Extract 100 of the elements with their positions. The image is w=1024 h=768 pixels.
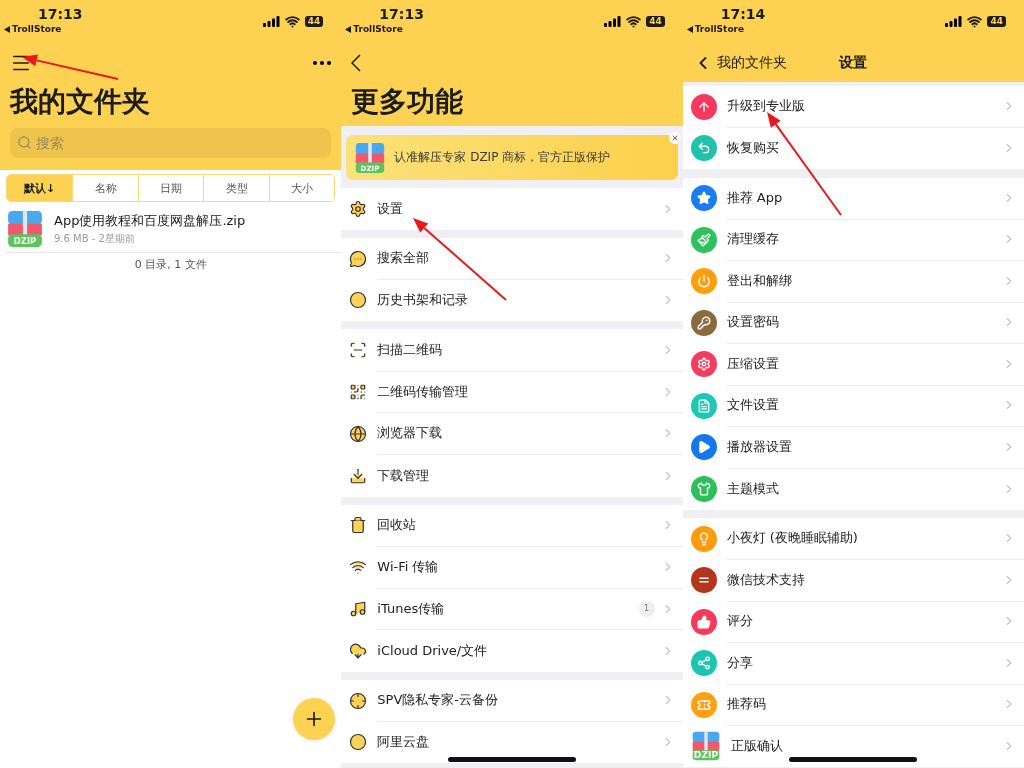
- chat-bubble-icon: [349, 249, 368, 268]
- settings-item[interactable]: 压缩设置: [682, 343, 1024, 385]
- sort-tab[interactable]: 默认↓: [7, 175, 73, 201]
- wifi-icon: [626, 14, 642, 29]
- signal-icon: [945, 16, 963, 27]
- status-time: 17:13: [38, 6, 83, 22]
- back-link[interactable]: 我的文件夹: [692, 53, 787, 73]
- battery-indicator: 44: [987, 16, 1006, 27]
- trash-icon: [349, 516, 368, 535]
- nav-title: 设置: [839, 54, 868, 72]
- signal-icon: [604, 16, 622, 27]
- page-title: 更多功能: [351, 84, 465, 120]
- close-button[interactable]: [668, 132, 681, 144]
- menu-item-label: iTunes传输: [377, 599, 445, 618]
- back-button[interactable]: [351, 54, 362, 72]
- back-triangle-icon: [345, 25, 352, 33]
- settings-item-label: 小夜灯 (夜晚睡眠辅助): [726, 529, 858, 548]
- menu-item[interactable]: 阿里云盘: [341, 721, 683, 764]
- menu-item-label: 二维码传输管理: [377, 382, 469, 401]
- menu-item-label: 下载管理: [377, 466, 430, 485]
- search-icon: [17, 135, 32, 150]
- add-button[interactable]: [293, 698, 336, 740]
- menu-item-label: 扫描二维码: [377, 340, 443, 359]
- count-badge: 1: [638, 600, 655, 617]
- folder-summary: 0 目录, 1 文件: [133, 257, 208, 272]
- settings-item[interactable]: 小夜灯 (夜晚睡眠辅助): [682, 518, 1024, 560]
- promo-banner[interactable]: DZIP 认准解压专家 DZIP 商标，官方正版保护: [346, 135, 678, 180]
- circle-icon: [349, 733, 368, 752]
- download-icon: [349, 466, 368, 485]
- close-icon: [670, 134, 679, 142]
- settings-item[interactable]: 文件设置: [682, 385, 1024, 427]
- wifi-icon: [284, 14, 300, 29]
- settings-item-label: 恢复购买: [726, 139, 779, 158]
- settings-item[interactable]: 推荐码: [682, 684, 1024, 726]
- settings-item-label: 登出和解绑: [726, 271, 792, 290]
- settings-item-label: 微信技术支持: [726, 570, 805, 589]
- signal-icon: [262, 16, 280, 27]
- qr-code-icon: [349, 383, 368, 402]
- globe-icon: [349, 424, 368, 443]
- menu-item[interactable]: 回收站: [341, 504, 683, 547]
- file-name[interactable]: App使用教程和百度网盘解压.zip: [54, 212, 246, 230]
- crosshair-icon: [349, 691, 368, 710]
- menu-item-label: Wi-Fi 传输: [377, 557, 439, 576]
- file-meta: 9.6 MB - 2星期前: [54, 232, 136, 246]
- back-triangle-icon: [4, 25, 10, 33]
- menu-item-label: SPV隐私专家-云备份: [377, 691, 498, 710]
- menu-item[interactable]: 扫描二维码: [341, 329, 683, 372]
- settings-item[interactable]: 分享: [682, 642, 1024, 684]
- menu-item-label: 搜索全部: [377, 249, 430, 268]
- menu-item-label: 浏览器下载: [377, 424, 443, 443]
- menu-item-label: 阿里云盘: [377, 733, 430, 752]
- settings-item-label: 压缩设置: [726, 354, 779, 373]
- settings-item-label: 分享: [726, 653, 753, 672]
- sort-tab[interactable]: 大小: [268, 175, 335, 201]
- settings-item[interactable]: 登出和解绑: [682, 260, 1024, 302]
- dzip-logo: DZIP: [690, 731, 721, 762]
- menu-item-label: 回收站: [377, 515, 417, 534]
- settings-item[interactable]: 升级到专业版: [682, 86, 1024, 128]
- menu-item[interactable]: 设置: [341, 188, 683, 230]
- dzip-logo: DZIP: [354, 141, 387, 174]
- settings-item[interactable]: 微信技术支持: [682, 559, 1024, 601]
- gear-icon: [349, 199, 368, 218]
- battery-indicator: 44: [646, 16, 665, 27]
- settings-item[interactable]: 清理缓存: [682, 219, 1024, 261]
- settings-item[interactable]: 恢复购买: [682, 127, 1024, 169]
- settings-item[interactable]: 设置密码: [682, 302, 1024, 344]
- settings-item-label: 推荐 App: [726, 188, 783, 207]
- cloud-download-icon: [349, 641, 368, 660]
- settings-item[interactable]: 推荐 App: [682, 177, 1024, 219]
- settings-item-label: 升级到专业版: [726, 97, 805, 116]
- menu-item[interactable]: SPV隐私专家-云备份: [341, 679, 683, 722]
- battery-indicator: 44: [304, 16, 324, 27]
- menu-item[interactable]: iTunes传输 1: [341, 588, 683, 630]
- settings-item-label: 正版确认: [730, 737, 783, 756]
- status-time: 17:14: [720, 6, 766, 22]
- back-link-label: 我的文件夹: [716, 54, 787, 72]
- menu-item-label: 设置: [377, 199, 404, 218]
- settings-item-label: 主题模式: [726, 479, 779, 498]
- menu-item[interactable]: 历史书架和记录: [341, 279, 683, 322]
- menu-item[interactable]: Wi-Fi 传输: [341, 546, 683, 589]
- wifi-icon: [967, 14, 983, 29]
- menu-item-label: iCloud Drive/文件: [377, 641, 488, 660]
- settings-item-label: 文件设置: [726, 396, 779, 415]
- menu-item[interactable]: 搜索全部: [341, 237, 683, 280]
- scan-icon: [349, 341, 368, 360]
- settings-item-label: 设置密码: [726, 313, 779, 332]
- menu-item[interactable]: 下载管理: [341, 454, 683, 497]
- settings-item[interactable]: 评分: [682, 601, 1024, 643]
- settings-item[interactable]: 主题模式: [682, 468, 1024, 510]
- settings-item[interactable]: 播放器设置: [682, 426, 1024, 468]
- menu-item-label: 历史书架和记录: [377, 291, 469, 310]
- banner-text: 认准解压专家 DZIP 商标，官方正版保护: [394, 149, 611, 166]
- settings-item-label: 推荐码: [726, 695, 766, 714]
- menu-item[interactable]: iCloud Drive/文件: [341, 629, 683, 672]
- menu-item[interactable]: 二维码传输管理: [341, 371, 683, 413]
- menu-item[interactable]: 浏览器下载: [341, 413, 683, 455]
- page-title: 我的文件夹: [10, 84, 151, 120]
- more-button[interactable]: [313, 61, 332, 65]
- status-time: 17:13: [379, 6, 424, 22]
- back-triangle-icon: [686, 25, 693, 33]
